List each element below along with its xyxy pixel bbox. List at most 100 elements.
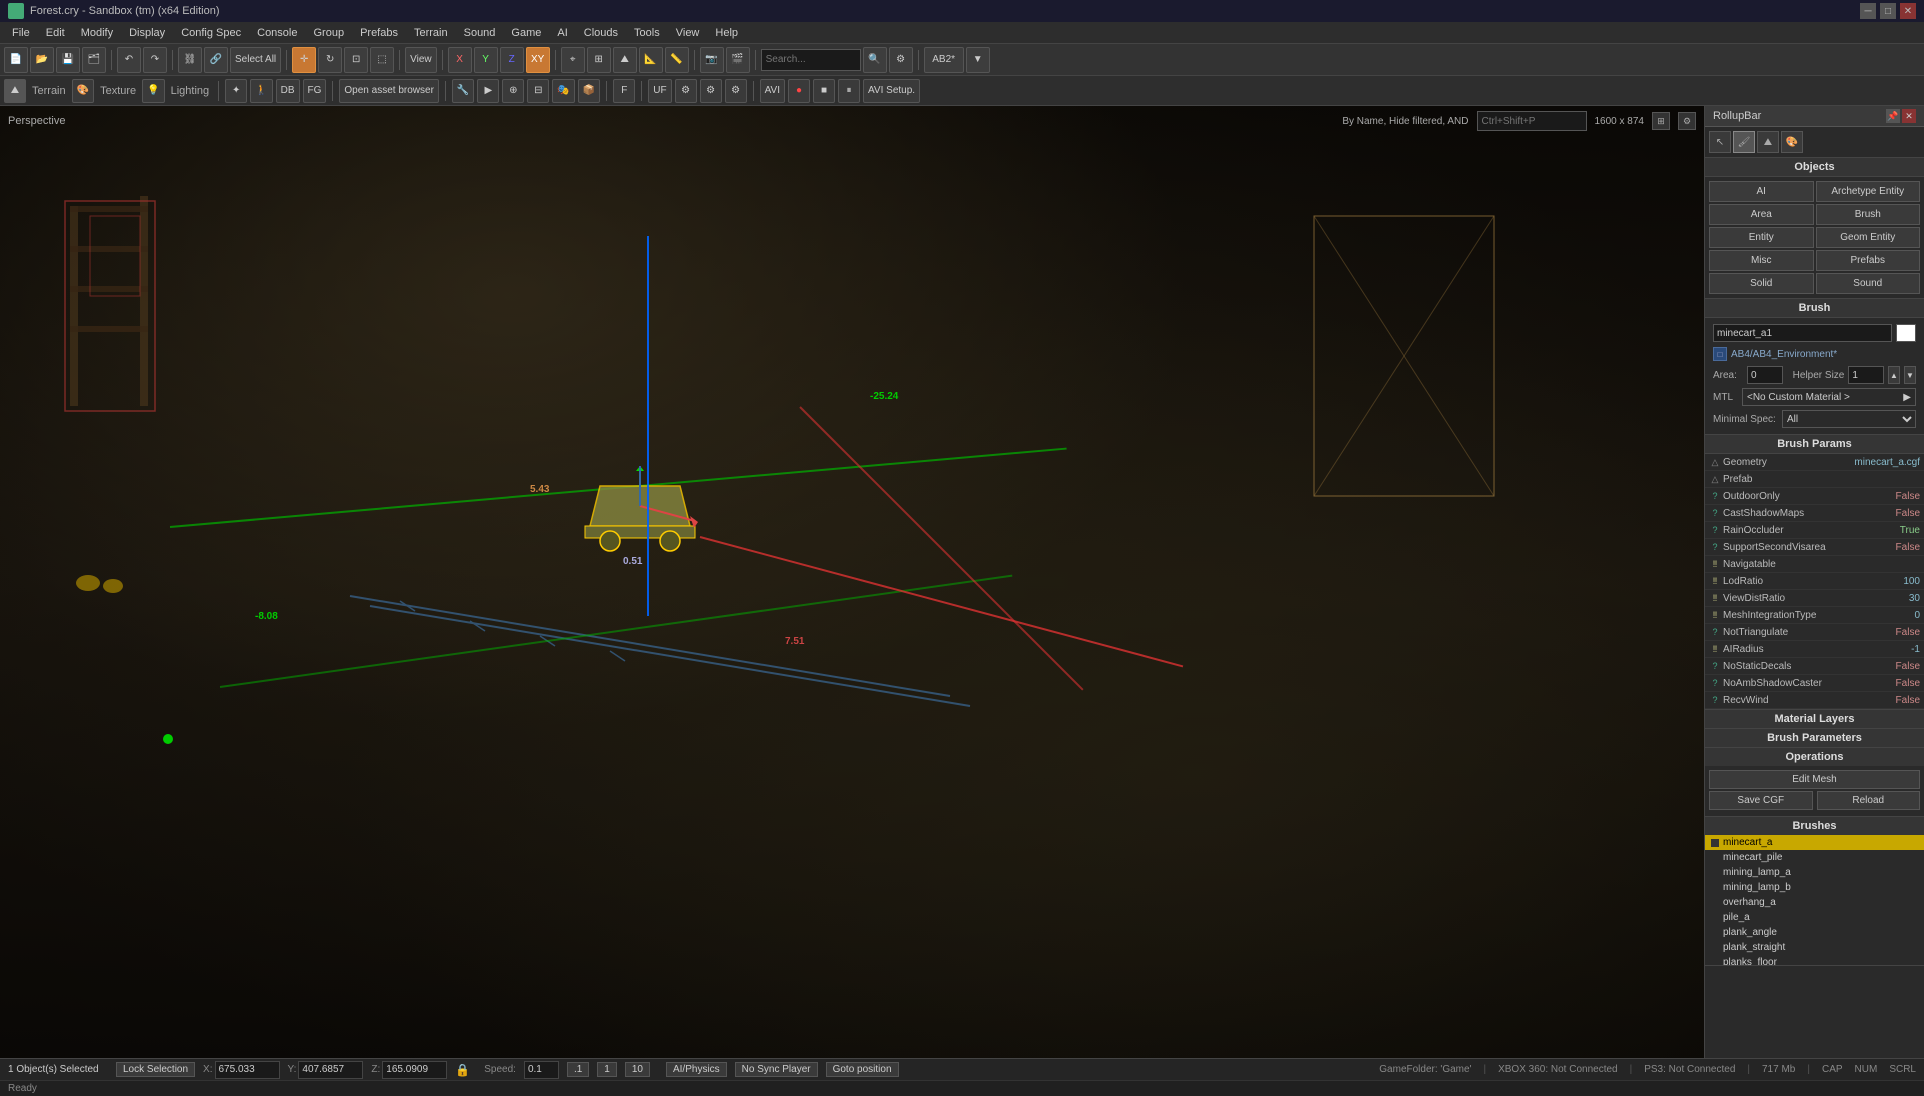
minimize-btn[interactable]: ─ xyxy=(1860,3,1876,19)
scale-btn[interactable]: ⊡ xyxy=(344,47,368,73)
scene-canvas[interactable]: -25.24 -8.08 7.51 0.51 5.43 xyxy=(0,106,1704,1058)
reload-btn[interactable]: Reload xyxy=(1817,791,1921,810)
mat-btn[interactable]: 🎭 xyxy=(552,79,574,103)
solid-btn[interactable]: Solid xyxy=(1709,273,1814,294)
brush-minecart-pile[interactable]: minecart_pile xyxy=(1705,850,1924,865)
speed-0.1-btn[interactable]: .1 xyxy=(567,1062,589,1077)
minimal-spec-select[interactable]: All Low Medium High xyxy=(1782,410,1916,428)
sound-btn[interactable]: Sound xyxy=(1816,273,1921,294)
fg-btn[interactable]: FG xyxy=(303,79,327,103)
menu-group[interactable]: Group xyxy=(305,25,352,41)
search-viewport-input[interactable] xyxy=(1477,111,1587,131)
texture-mode-btn[interactable]: 🎨 xyxy=(72,79,94,103)
menu-prefabs[interactable]: Prefabs xyxy=(352,25,406,41)
helper-down-btn[interactable]: ▼ xyxy=(1904,366,1916,384)
speed-10-btn[interactable]: 10 xyxy=(625,1062,650,1077)
operations-header[interactable]: Operations xyxy=(1705,748,1924,766)
area-btn[interactable]: Area xyxy=(1709,204,1814,225)
brush-plank-straight[interactable]: plank_straight xyxy=(1705,940,1924,955)
goto-position-btn[interactable]: Goto position xyxy=(826,1062,899,1077)
brush-color-swatch[interactable] xyxy=(1896,324,1916,342)
close-btn[interactable]: ✕ xyxy=(1900,3,1916,19)
snap-grid-btn[interactable]: ⊞ xyxy=(587,47,611,73)
stop-btn[interactable]: ■ xyxy=(813,79,835,103)
menu-terrain[interactable]: Terrain xyxy=(406,25,456,41)
rb-brush-icon[interactable]: 🖌 xyxy=(1733,131,1755,153)
view-btn[interactable]: View xyxy=(405,47,437,73)
mtl-dropdown[interactable]: <No Custom Material > ▶ xyxy=(1742,388,1916,406)
menu-clouds[interactable]: Clouds xyxy=(576,25,626,41)
snap-angle-btn[interactable]: ⌖ xyxy=(561,47,585,73)
rb-terrain-icon[interactable]: ⛰ xyxy=(1757,131,1779,153)
coord-lock-icon[interactable]: 🔒 xyxy=(455,1063,470,1077)
brush-header[interactable]: Brush xyxy=(1705,299,1924,318)
ai-btn[interactable]: AI xyxy=(1709,181,1814,202)
axis-z-btn[interactable]: Z xyxy=(500,47,524,73)
open-btn[interactable]: 📂 xyxy=(30,47,54,73)
brush-params-header[interactable]: Brush Params xyxy=(1705,435,1924,454)
obj-btn[interactable]: 📦 xyxy=(578,79,600,103)
speed-input[interactable] xyxy=(524,1061,559,1079)
redo-btn[interactable]: ↷ xyxy=(143,47,167,73)
misc-btn[interactable]: Misc xyxy=(1709,250,1814,271)
ab2-dropdown-btn[interactable]: ▼ xyxy=(966,47,990,73)
arch-btn[interactable]: ⊟ xyxy=(527,79,549,103)
no-sync-player-btn[interactable]: No Sync Player xyxy=(735,1062,818,1077)
helper-up-btn[interactable]: ▲ xyxy=(1888,366,1900,384)
vp-expand-btn[interactable]: ⊞ xyxy=(1652,112,1670,130)
menu-view[interactable]: View xyxy=(668,25,708,41)
gear1-btn[interactable]: ⚙ xyxy=(675,79,697,103)
y-coord-input[interactable] xyxy=(298,1061,363,1079)
brush-parameters-header[interactable]: Brush Parameters xyxy=(1705,729,1924,747)
new-btn[interactable]: 📄 xyxy=(4,47,28,73)
select-all-btn[interactable]: Select All xyxy=(230,47,281,73)
rollupbar-close-btn[interactable]: ✕ xyxy=(1902,109,1916,123)
brush-mining-lamp-b[interactable]: mining_lamp_b xyxy=(1705,880,1924,895)
axis-xy-btn[interactable]: XY xyxy=(526,47,550,73)
rb-material-icon[interactable]: 🎨 xyxy=(1781,131,1803,153)
rotate-btn[interactable]: ↻ xyxy=(318,47,342,73)
uf-btn[interactable]: UF xyxy=(648,79,671,103)
search-options-btn[interactable]: ⚙ xyxy=(889,47,913,73)
brushes-header[interactable]: Brushes xyxy=(1705,817,1924,835)
chars-btn[interactable]: 🚶 xyxy=(250,79,272,103)
material-layers-header[interactable]: Material Layers xyxy=(1705,710,1924,728)
menu-tools[interactable]: Tools xyxy=(626,25,668,41)
gear3-btn[interactable]: ⚙ xyxy=(725,79,747,103)
brush-name-input[interactable] xyxy=(1713,324,1892,342)
terrain-mode-btn[interactable]: ⛰ xyxy=(4,79,26,103)
gear2-btn[interactable]: ⚙ xyxy=(700,79,722,103)
ruler-btn[interactable]: 📏 xyxy=(665,47,689,73)
archetype-entity-btn[interactable]: Archetype Entity xyxy=(1816,181,1921,202)
helper-input[interactable] xyxy=(1848,366,1884,384)
menu-ai[interactable]: AI xyxy=(549,25,575,41)
flow-btn[interactable]: ▶ xyxy=(477,79,499,103)
avi-setup-btn[interactable]: AVI Setup. xyxy=(863,79,920,103)
pause-btn[interactable]: ⏸ xyxy=(838,79,860,103)
axis-y-btn[interactable]: Y xyxy=(474,47,498,73)
measure-btn[interactable]: 📐 xyxy=(639,47,663,73)
search-input[interactable] xyxy=(761,49,861,71)
ab2-btn[interactable]: AB2* xyxy=(924,47,964,73)
x-coord-input[interactable] xyxy=(215,1061,280,1079)
brush-btn[interactable]: Brush xyxy=(1816,204,1921,225)
menu-sound[interactable]: Sound xyxy=(456,25,504,41)
select-btn[interactable]: ⬚ xyxy=(370,47,394,73)
axis-x-btn[interactable]: X xyxy=(448,47,472,73)
link-btn[interactable]: ⛓ xyxy=(178,47,202,73)
brush-pile-a[interactable]: pile_a xyxy=(1705,910,1924,925)
speed-1-btn[interactable]: 1 xyxy=(597,1062,617,1077)
lighting-mode-btn[interactable]: 💡 xyxy=(142,79,164,103)
search-btn[interactable]: 🔍 xyxy=(863,47,887,73)
area-input[interactable] xyxy=(1747,366,1783,384)
brush-minecart-a[interactable]: minecart_a xyxy=(1705,835,1924,850)
brush-overhang-a[interactable]: overhang_a xyxy=(1705,895,1924,910)
particles-btn[interactable]: ✦ xyxy=(225,79,247,103)
vp-settings-btn[interactable]: ⚙ xyxy=(1678,112,1696,130)
brush-planks-floor[interactable]: planks_floor xyxy=(1705,955,1924,965)
db-btn[interactable]: DB xyxy=(276,79,300,103)
z-coord-input[interactable] xyxy=(382,1061,447,1079)
camera-btn[interactable]: 📷 xyxy=(700,47,724,73)
avi-btn[interactable]: AVI xyxy=(760,79,785,103)
open-asset-btn[interactable]: Open asset browser xyxy=(339,79,439,103)
